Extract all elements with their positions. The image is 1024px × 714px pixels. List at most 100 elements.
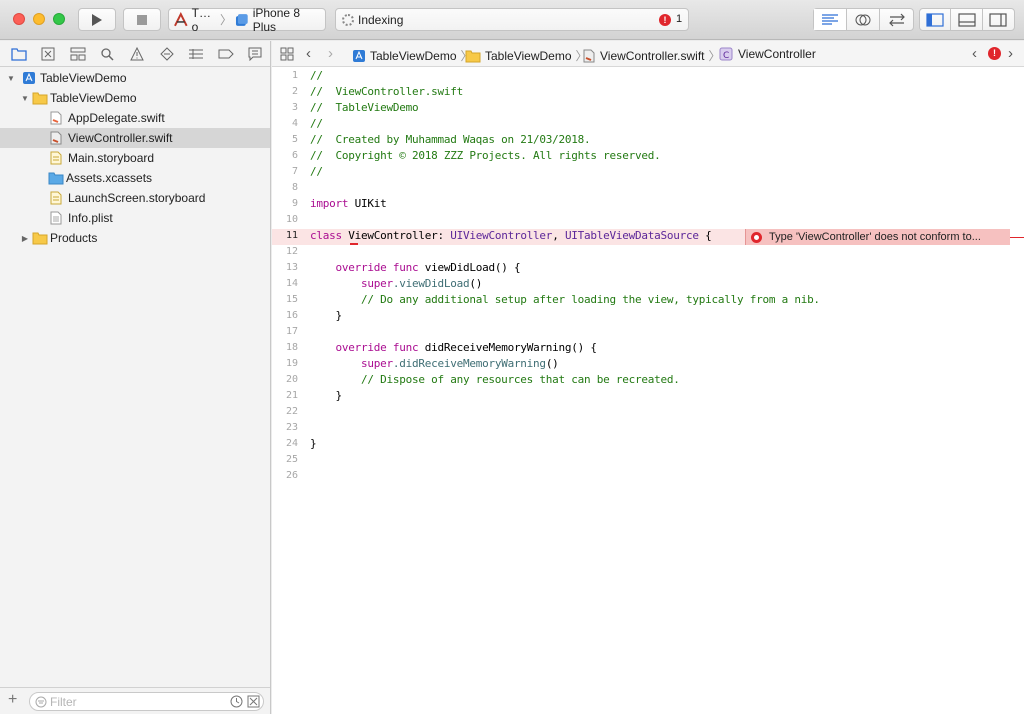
tree-item-file[interactable]: LaunchScreen.storyboard [0,188,270,208]
code-area[interactable]: Type 'ViewController' does not conform t… [272,68,1024,714]
keyword: super [360,357,393,370]
standard-editor-button[interactable] [814,9,847,30]
navigator-tabs [0,41,270,67]
source-control-navigator-tab[interactable] [34,42,64,66]
find-navigator-tab[interactable] [93,42,123,66]
line-number: 8 [291,182,298,193]
line-number: 7 [291,166,298,177]
tree-item-file[interactable]: Info.plist [0,208,270,228]
previous-issue-button[interactable]: ‹ [972,45,977,62]
tree-item-label: LaunchScreen.storyboard [68,191,206,205]
close-window-button[interactable] [13,13,25,25]
line-number: 25 [285,454,298,465]
tree-item-label: Info.plist [68,211,113,225]
tree-item-label: AppDelegate.swift [68,111,165,125]
method-name: .viewDidLoad [392,277,470,290]
disclosure-expanded-icon[interactable]: ▼ [20,93,30,103]
tree-item-group[interactable]: ▶ Products [0,228,270,248]
source-editor: ‹ › TableViewDemo 〉 TableViewDemo 〉 View… [272,41,1024,714]
code-line-super-call: super.viewDidLoad() [310,277,482,290]
disclosure-collapsed-icon[interactable]: ▶ [20,233,30,243]
venn-icon [855,14,871,25]
scm-filter-icon[interactable] [247,695,260,708]
breadcrumb-label: ViewController [738,47,816,61]
line-number: 4 [291,118,298,129]
line-number: 15 [285,294,298,305]
symbol-navigator-tab[interactable] [63,42,93,66]
error-icon: ! [659,14,671,26]
folder-icon [32,91,48,105]
swift-file-icon [583,49,595,62]
code-text: viewDidLoad() { [418,261,521,274]
back-button[interactable]: ‹ [306,45,311,62]
tree-item-project[interactable]: ▼ TableViewDemo [0,68,270,88]
filter-input[interactable]: Filter [29,692,264,711]
search-icon [101,47,114,61]
add-icon[interactable]: + [8,691,17,709]
stop-button[interactable] [123,8,161,31]
tree-item-file[interactable]: Main.storyboard [0,148,270,168]
activity-status: Indexing [358,13,404,27]
related-items-icon[interactable] [280,47,294,61]
code-comment: // [310,69,323,82]
class-icon: C [719,47,733,61]
tree-item-file-selected[interactable]: ViewController.swift [0,128,270,148]
assistant-editor-button[interactable] [847,9,880,30]
scheme-device-label: iPhone 8 Plus [252,5,301,34]
next-issue-button[interactable]: › [1008,45,1013,62]
line-number: 18 [285,342,298,353]
scheme-selector[interactable]: T…o 〉 iPhone 8 Plus [168,5,326,34]
inline-error-message[interactable]: Type 'ViewController' does not conform t… [745,229,1010,245]
project-navigator-tab[interactable] [4,42,34,66]
breadcrumb-label: TableViewDemo [370,48,457,63]
debug-navigator-tab[interactable] [181,42,211,66]
run-button[interactable] [78,8,116,31]
code-line-func: override func viewDidLoad() { [310,261,521,274]
report-navigator-tab[interactable] [241,42,271,66]
toggle-debug-area-button[interactable] [951,9,983,30]
issue-navigator-tab[interactable] [122,42,152,66]
project-navigator: ▼ TableViewDemo ▼ TableViewDemo AppDeleg… [0,41,271,714]
minimize-window-button[interactable] [33,13,45,25]
test-navigator-tab[interactable] [152,42,182,66]
code-line-class-declaration: class ViewController: UIViewController, … [310,229,712,242]
view-toggle-control [919,8,1015,31]
scheme-target-label: T…o [191,5,211,34]
tree-item-label: Assets.xcassets [66,171,153,185]
activity-viewer[interactable]: Indexing ! 1 [335,8,689,31]
error-message-text: Type 'ViewController' does not conform t… [769,231,981,243]
swift-file-icon [50,111,64,125]
line-number: 13 [285,262,298,273]
breadcrumb-file[interactable]: ViewController.swift 〉 [583,47,721,64]
line-number: 12 [285,246,298,257]
keyword: override [335,261,387,274]
line-number: 22 [285,406,298,417]
lines-icon [822,13,838,25]
navigator-filter-bar: + Filter [0,687,270,714]
breadcrumb-group[interactable]: TableViewDemo 〉 [465,47,588,64]
issue-error-icon[interactable]: ! [988,47,1001,60]
breadcrumb-project[interactable]: TableViewDemo 〉 [352,47,473,64]
toggle-navigator-button[interactable] [920,9,952,30]
keyword: super [360,277,393,290]
recent-files-icon[interactable] [230,695,243,708]
breakpoint-icon [218,49,234,58]
disclosure-expanded-icon[interactable]: ▼ [6,73,16,83]
code-line-comment: // Do any additional setup after loading… [310,293,820,306]
tree-item-file[interactable]: Assets.xcassets [0,168,270,188]
tree-item-group[interactable]: ▼ TableViewDemo [0,88,270,108]
bottom-panel-icon [957,12,976,27]
version-editor-button[interactable] [880,9,913,30]
chevron-right-icon: 〉 [220,13,233,27]
breakpoint-navigator-tab[interactable] [211,42,241,66]
tree-item-file[interactable]: AppDelegate.swift [0,108,270,128]
breadcrumb-label: ViewController.swift [600,48,705,63]
spinner-icon [342,14,354,26]
breadcrumb-class[interactable]: C ViewController [719,47,816,61]
toggle-utilities-button[interactable] [983,9,1014,30]
storyboard-icon [50,191,64,205]
forward-button[interactable]: › [328,45,333,62]
zoom-window-button[interactable] [53,13,65,25]
folder-icon [465,50,481,62]
tree-item-label: Main.storyboard [68,151,155,165]
